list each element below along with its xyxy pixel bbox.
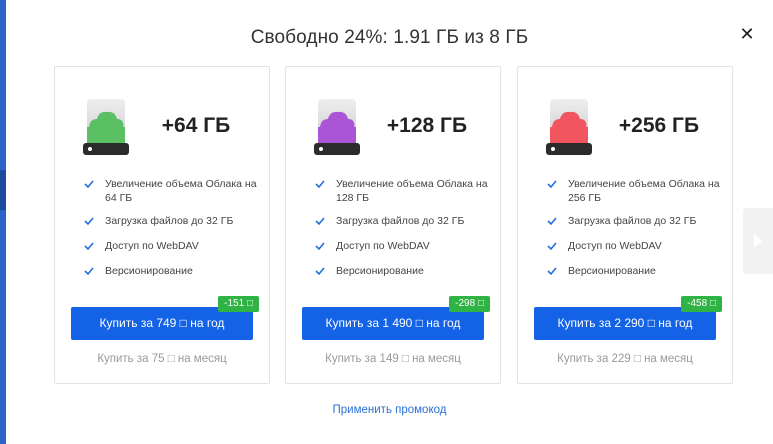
feature-list: Увеличение объема Облака на 256 ГБ Загру… — [544, 177, 724, 289]
feature-text: Доступ по WebDAV — [105, 240, 199, 252]
feature-text: Версионирование — [568, 265, 656, 277]
feature-text: Версионирование — [336, 265, 424, 277]
feature-list: Увеличение объема Облака на 64 ГБ Загруз… — [81, 177, 261, 289]
check-icon — [315, 267, 325, 276]
buy-monthly-link[interactable]: Купить за 229 □ на месяц — [518, 353, 732, 365]
feature-text: Увеличение объема Облака на 256 ГБ — [568, 178, 720, 204]
check-icon — [84, 180, 94, 189]
chevron-right-icon — [754, 234, 762, 248]
feature-item: Увеличение объема Облака на 64 ГБ — [81, 177, 261, 205]
plan-size: +128 ГБ — [386, 114, 468, 137]
feature-item: Версионирование — [312, 264, 492, 278]
buy-monthly-link[interactable]: Купить за 149 □ на месяц — [286, 353, 500, 365]
discount-badge: -298 □ — [449, 296, 490, 312]
plan-card-128: +128 ГБ Увеличение объема Облака на 128 … — [285, 66, 501, 384]
plan-size: +256 ГБ — [618, 114, 700, 137]
feature-item: Загрузка файлов до 32 ГБ — [81, 214, 261, 228]
check-icon — [84, 267, 94, 276]
feature-text: Загрузка файлов до 32 ГБ — [336, 215, 465, 227]
dialog-title: Свободно 24%: 1.91 ГБ из 8 ГБ — [250, 27, 529, 48]
check-icon — [315, 242, 325, 251]
check-icon — [315, 217, 325, 226]
feature-text: Загрузка файлов до 32 ГБ — [105, 215, 234, 227]
check-icon — [547, 180, 557, 189]
feature-item: Доступ по WebDAV — [312, 239, 492, 253]
feature-item: Увеличение объема Облака на 256 ГБ — [544, 177, 724, 205]
check-icon — [547, 267, 557, 276]
feature-item: Версионирование — [81, 264, 261, 278]
cloud-drive-icon — [546, 99, 592, 155]
feature-text: Версионирование — [105, 265, 193, 277]
cloud-drive-icon — [314, 99, 360, 155]
close-icon[interactable]: ✕ — [735, 22, 759, 46]
feature-text: Доступ по WebDAV — [336, 240, 430, 252]
storage-upgrade-dialog: Свободно 24%: 1.91 ГБ из 8 ГБ ✕ +64 ГБ У… — [6, 0, 773, 444]
check-icon — [84, 242, 94, 251]
feature-list: Увеличение объема Облака на 128 ГБ Загру… — [312, 177, 492, 289]
plan-card-64: +64 ГБ Увеличение объема Облака на 64 ГБ… — [54, 66, 270, 384]
next-arrow-button[interactable] — [743, 208, 773, 274]
discount-badge: -458 □ — [681, 296, 722, 312]
cloud-drive-icon — [83, 99, 129, 155]
feature-item: Увеличение объема Облака на 128 ГБ — [312, 177, 492, 205]
buy-monthly-link[interactable]: Купить за 75 □ на месяц — [55, 353, 269, 365]
screen: Свободно 24%: 1.91 ГБ из 8 ГБ ✕ +64 ГБ У… — [0, 0, 773, 444]
feature-item: Загрузка файлов до 32 ГБ — [312, 214, 492, 228]
feature-item: Версионирование — [544, 264, 724, 278]
discount-badge: -151 □ — [218, 296, 259, 312]
check-icon — [547, 217, 557, 226]
feature-text: Увеличение объема Облака на 64 ГБ — [105, 178, 257, 204]
check-icon — [315, 180, 325, 189]
check-icon — [547, 242, 557, 251]
feature-text: Увеличение объема Облака на 128 ГБ — [336, 178, 488, 204]
feature-text: Загрузка файлов до 32 ГБ — [568, 215, 697, 227]
feature-item: Доступ по WebDAV — [544, 239, 724, 253]
feature-item: Загрузка файлов до 32 ГБ — [544, 214, 724, 228]
apply-promo-link[interactable]: Применить промокод — [6, 404, 773, 416]
plan-card-256: +256 ГБ Увеличение объема Облака на 256 … — [517, 66, 733, 384]
feature-text: Доступ по WebDAV — [568, 240, 662, 252]
check-icon — [84, 217, 94, 226]
feature-item: Доступ по WebDAV — [81, 239, 261, 253]
plan-size: +64 ГБ — [161, 114, 231, 137]
